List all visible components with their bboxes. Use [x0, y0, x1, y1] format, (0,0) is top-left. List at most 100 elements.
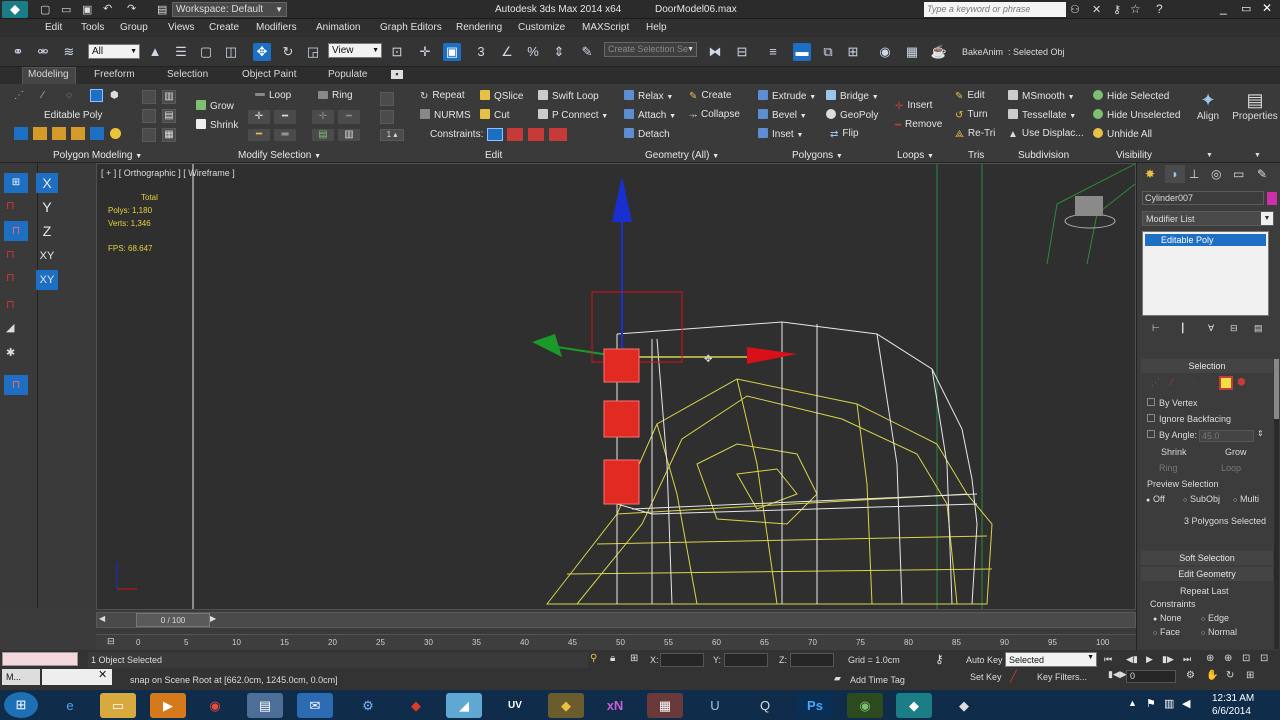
tab-selection[interactable]: Selection	[167, 69, 208, 80]
sel-border-icon[interactable]: ◌	[1191, 377, 1196, 387]
polygons-panel[interactable]: Polygons ▼	[792, 150, 843, 161]
binoculars-icon[interactable]: ⚇	[1070, 3, 1080, 16]
tray-arrow-icon[interactable]: ▲	[1128, 698, 1137, 708]
sel-polygon-icon[interactable]	[1219, 376, 1233, 390]
sel-element-icon[interactable]: ⬢	[1237, 377, 1246, 388]
loop-mode-icon[interactable]: ▥	[162, 90, 176, 104]
snap-z-icon[interactable]: ⊓	[6, 248, 15, 261]
menu-create[interactable]: Create	[209, 22, 239, 33]
preview-subobj-radio[interactable]: ○ SubObj	[1183, 494, 1220, 505]
loop-button[interactable]: Loop	[1221, 463, 1241, 473]
curve-editor-icon[interactable]: ⧉	[819, 43, 837, 61]
attach-button[interactable]: Attach ▼	[624, 109, 676, 121]
axis-y-button[interactable]: Y	[36, 197, 58, 217]
scrollbar-thumb[interactable]	[1274, 359, 1279, 419]
ribbon-options-icon[interactable]: ▪	[391, 70, 403, 79]
collapse-stack-icon[interactable]	[71, 127, 85, 140]
max-icon[interactable]: ◆	[896, 693, 932, 718]
swift-loop-button[interactable]: Swift Loop	[538, 90, 599, 102]
modify-tab-icon[interactable]: ◗	[1165, 165, 1185, 183]
x-coord-field[interactable]	[660, 653, 704, 667]
goto-start-icon[interactable]: ⏮	[1104, 654, 1112, 665]
geopoly-button[interactable]: GeoPoly	[826, 109, 878, 121]
3ds-icon[interactable]: ◆	[548, 693, 584, 718]
zoom-extents-all-icon[interactable]: ⊡	[1260, 653, 1268, 664]
selected-obj-label[interactable]: : Selected Obj	[1008, 47, 1065, 57]
chrome-icon[interactable]: ◉	[197, 693, 233, 718]
angle-snap-icon[interactable]: ∠	[498, 43, 516, 61]
unhide-all-button[interactable]: Unhide All	[1093, 128, 1152, 140]
workspace-dropdown[interactable]: Workspace: Default ▼	[172, 2, 287, 17]
menu-help[interactable]: Help	[646, 22, 667, 33]
save-icon[interactable]: ▣	[82, 3, 92, 16]
show-end-result-icon[interactable]	[110, 128, 121, 139]
play-icon[interactable]: ▶	[1146, 654, 1153, 665]
scale-icon[interactable]: ◲	[304, 43, 322, 61]
modify-selection-panel[interactable]: Modify Selection ▼	[238, 150, 321, 161]
visibility-panel-label[interactable]: Visibility	[1116, 150, 1152, 161]
remove-modifier-icon[interactable]: ⊟	[1230, 323, 1238, 334]
pan-icon[interactable]: ✋	[1206, 670, 1218, 681]
menu-customize[interactable]: Customize	[518, 22, 565, 33]
nvidia-icon[interactable]: ◉	[847, 693, 883, 718]
constraint-normal-icon[interactable]	[549, 128, 567, 141]
start-button[interactable]: ⊞	[4, 692, 38, 718]
add-time-tag[interactable]: Add Time Tag	[850, 675, 905, 685]
menu-rendering[interactable]: Rendering	[456, 22, 502, 33]
by-angle-checkbox[interactable]: By Angle:	[1147, 430, 1197, 441]
nurms-button[interactable]: NURMS	[420, 109, 471, 121]
open-icon[interactable]: ▭	[61, 3, 71, 16]
y-coord-field[interactable]	[724, 653, 768, 667]
key-icon[interactable]: ⚷	[1113, 3, 1121, 16]
lock-selection-icon[interactable]: 🔒︎	[610, 653, 615, 664]
close-icon[interactable]: ✕	[98, 668, 107, 681]
command-panel-scrollbar[interactable]	[1274, 359, 1279, 649]
close-icon[interactable]: ✕	[1262, 1, 1272, 15]
bevel-button[interactable]: Bevel ▼	[758, 109, 807, 121]
maxscript-listener[interactable]	[2, 652, 78, 666]
align-icon[interactable]: ⊟	[733, 43, 751, 61]
snap-point-icon[interactable]: ⊓	[6, 271, 15, 284]
msmooth-button[interactable]: MSmooth ▼	[1008, 90, 1075, 102]
constraint-none-radio[interactable]: ● None	[1153, 613, 1182, 624]
ring-shrink-icon[interactable]: ━	[338, 110, 360, 124]
menu-group[interactable]: Group	[120, 22, 148, 33]
snap-bbox-icon[interactable]: ⊓	[4, 375, 28, 395]
chevron-down-icon[interactable]: ▼	[1206, 152, 1213, 159]
loops-panel[interactable]: Loops ▼	[897, 150, 934, 161]
key-mode-dropdown[interactable]: Selected ▼	[1005, 652, 1097, 667]
snap-x-icon[interactable]: ⊓	[6, 199, 15, 212]
ring-button[interactable]: Ring	[1159, 463, 1178, 473]
bridge-button[interactable]: Bridge ▼	[826, 90, 879, 102]
ribbon-toggle-icon[interactable]: ▬	[793, 43, 811, 61]
next-frame-icon[interactable]: ▮▶	[1162, 654, 1174, 665]
tray-flag-icon[interactable]: ⚑	[1146, 697, 1156, 710]
loop-step2-icon[interactable]: ═	[274, 129, 296, 141]
auto-key-button[interactable]: Auto Key	[966, 655, 1003, 665]
tweak-icon[interactable]	[380, 110, 394, 124]
qt-icon[interactable]: Q	[747, 693, 783, 718]
cut-button[interactable]: Cut	[480, 109, 510, 121]
time-slider[interactable]: ◀ 0 / 100 ▶	[96, 610, 1136, 634]
redo-icon[interactable]: ↷	[127, 2, 136, 15]
search-input[interactable]: Type a keyword or phrase	[924, 2, 1066, 17]
axis-xy-button[interactable]: XY	[36, 246, 58, 266]
fill-icon[interactable]: ▦	[162, 128, 176, 142]
flip-button[interactable]: ⇄ Flip	[830, 128, 859, 140]
ignore-backfacing-checkbox[interactable]: Ignore Backfacing	[1147, 414, 1231, 425]
grow-button[interactable]: Grow	[1225, 447, 1247, 457]
isolate-icon[interactable]: ⚲	[590, 653, 597, 664]
selection-rollout-header[interactable]: Selection	[1141, 359, 1273, 373]
rotate-icon[interactable]: ↻	[279, 43, 297, 61]
render-setup-icon[interactable]: ▦	[903, 43, 921, 61]
dot-loop-icon[interactable]: ▤	[162, 109, 176, 123]
hide-unselected-button[interactable]: Hide Unselected	[1093, 109, 1180, 121]
modify-mode-icon[interactable]	[14, 127, 28, 140]
time-config-icon[interactable]: ⚙	[1186, 670, 1195, 681]
ring-step-icon[interactable]: ▤	[312, 129, 334, 141]
remove-button[interactable]: ━ Remove	[895, 119, 942, 131]
show-cage-icon[interactable]	[90, 127, 104, 140]
current-frame-field[interactable]: 0	[1126, 670, 1176, 683]
prev-frame-icon[interactable]: ◀▮	[1126, 654, 1138, 665]
zoom-all-icon[interactable]: ⊕	[1224, 653, 1232, 664]
